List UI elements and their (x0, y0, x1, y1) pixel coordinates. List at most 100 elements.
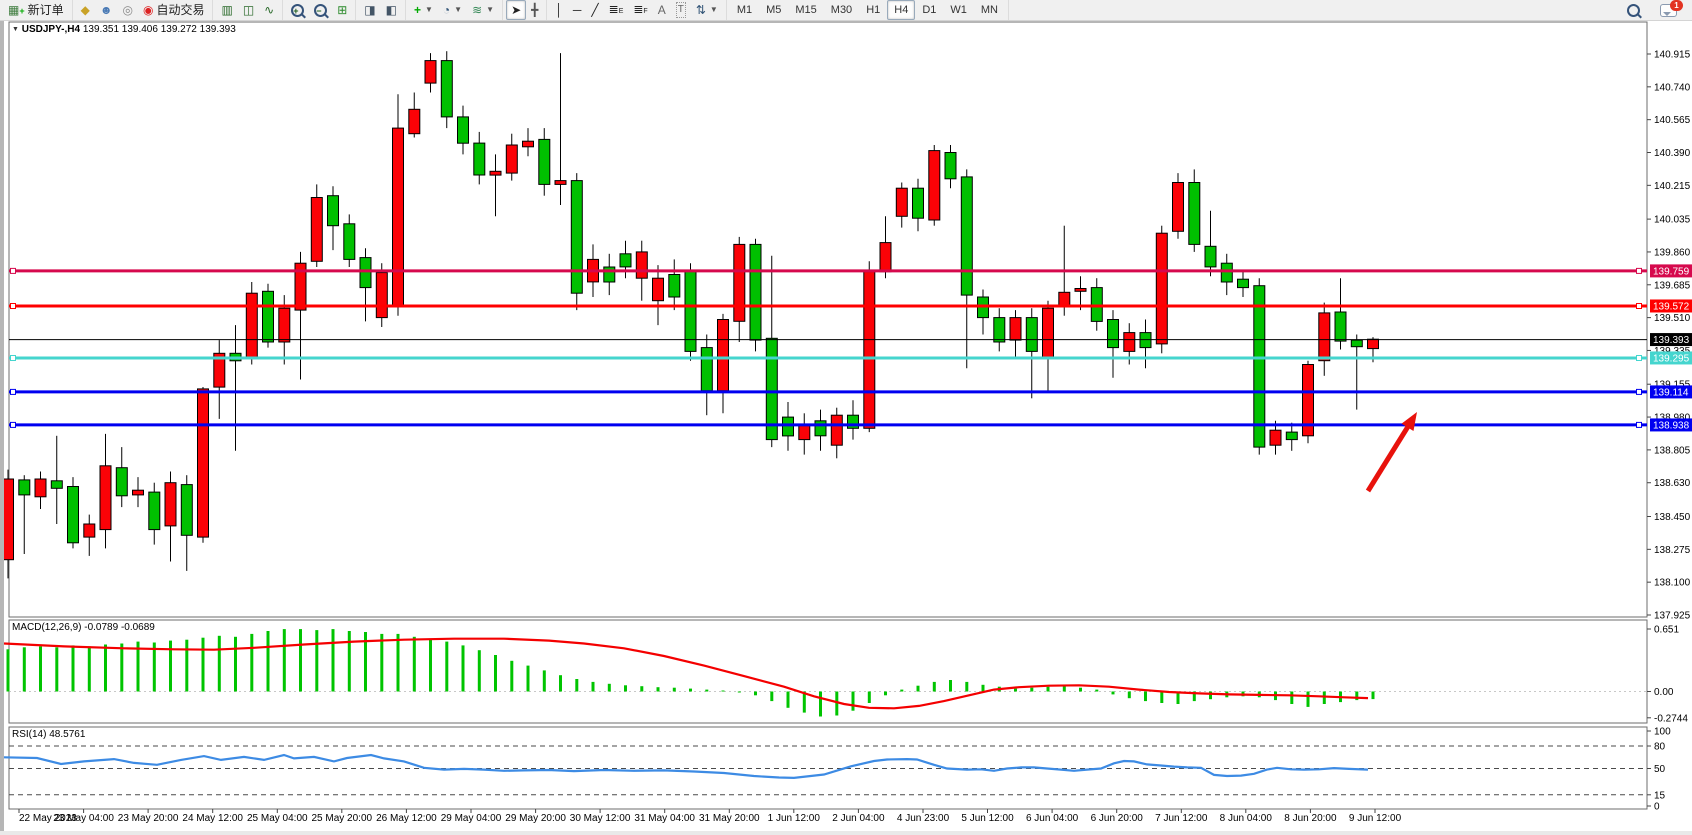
timeframe-button-mn[interactable]: MN (974, 0, 1005, 20)
svg-text:29 May 04:00: 29 May 04:00 (441, 813, 502, 824)
svg-text:140.565: 140.565 (1654, 115, 1691, 126)
arrows-tool-button[interactable]: ⇅▼ (691, 0, 723, 20)
svg-text:137.925: 137.925 (1654, 611, 1691, 622)
candlestick-button[interactable]: ◫ (238, 0, 259, 20)
svg-text:30 May 12:00: 30 May 12:00 (570, 813, 631, 824)
profile-button[interactable]: ☻ (95, 0, 118, 20)
text-button[interactable]: A (653, 0, 671, 20)
svg-text:140.390: 140.390 (1654, 148, 1691, 159)
svg-text:50: 50 (1654, 764, 1666, 775)
text-label-button[interactable]: T (671, 0, 691, 20)
svg-text:8 Jun 20:00: 8 Jun 20:00 (1284, 813, 1337, 824)
data-window-icon: ◨ (364, 3, 375, 17)
svg-text:0.00: 0.00 (1654, 687, 1674, 698)
main-toolbar: ▦+ 新订单 ◆ ☻ ◎ ◉ 自动交易 ▥ ◫ ∿ + − ⊞ ◨ ◧ (0, 0, 1692, 21)
svg-text:5 Jun 12:00: 5 Jun 12:00 (961, 813, 1014, 824)
timeframe-button-h4[interactable]: H4 (887, 0, 915, 20)
signal-button[interactable]: ◎ (118, 0, 138, 20)
timeframe-button-w1[interactable]: W1 (943, 0, 974, 20)
svg-text:15: 15 (1654, 790, 1666, 801)
timeframe-button-m15[interactable]: M15 (788, 0, 823, 20)
svg-text:140.035: 140.035 (1654, 215, 1691, 226)
fibo-f-button[interactable]: ≣F (628, 0, 652, 20)
svg-text:139.393: 139.393 (1653, 335, 1690, 346)
template-button[interactable]: ≋▼ (467, 0, 499, 20)
svg-text:9 Jun 12:00: 9 Jun 12:00 (1349, 813, 1402, 824)
svg-text:1 Jun 12:00: 1 Jun 12:00 (768, 813, 821, 824)
chart-title: ▼ USDJPY-,H4 139.351 139.406 139.272 139… (12, 24, 236, 35)
search-button[interactable] (1622, 0, 1645, 20)
candlestick-icon: ◫ (243, 3, 254, 17)
window-bottom-edge (0, 831, 1692, 835)
svg-text:6 Jun 20:00: 6 Jun 20:00 (1091, 813, 1144, 824)
zoom-out-button[interactable]: − (309, 0, 332, 20)
svg-text:7 Jun 12:00: 7 Jun 12:00 (1155, 813, 1208, 824)
vertical-line-button[interactable]: │ (550, 0, 568, 20)
styler-button[interactable]: ◆ (76, 0, 95, 20)
svg-text:26 May 12:00: 26 May 12:00 (376, 813, 437, 824)
signal-icon: ◎ (123, 3, 133, 17)
svg-text:0: 0 (1654, 802, 1660, 813)
cursor-icon: ➤ (511, 3, 521, 17)
collapse-icon[interactable]: ▼ (12, 26, 19, 33)
svg-text:138.805: 138.805 (1654, 445, 1691, 456)
svg-text:8 Jun 04:00: 8 Jun 04:00 (1220, 813, 1273, 824)
styler-icon: ◆ (81, 3, 90, 17)
zoom-out-icon: − (314, 4, 327, 17)
text-icon: A (658, 3, 666, 17)
chart-ohlc: 139.351 139.406 139.272 139.393 (83, 24, 236, 35)
profile-icon: ☻ (100, 3, 113, 17)
timeframe-button-m30[interactable]: M30 (824, 0, 859, 20)
autotrade-icon: ◉ (143, 3, 153, 17)
chat-button[interactable]: 1 (1655, 0, 1682, 20)
timeframe-button-m1[interactable]: M1 (730, 0, 759, 20)
data-window-button[interactable]: ◨ (359, 0, 380, 20)
svg-text:31 May 04:00: 31 May 04:00 (634, 813, 695, 824)
line-chart-button[interactable]: ∿ (259, 0, 279, 20)
trendline-icon: ╱ (591, 3, 598, 17)
crosshair-button[interactable]: ╋ (526, 0, 543, 20)
svg-text:139.295: 139.295 (1653, 353, 1690, 364)
notification-badge: 1 (1670, 0, 1683, 11)
svg-text:6 Jun 04:00: 6 Jun 04:00 (1026, 813, 1079, 824)
fibo-f-icon: ≣F (633, 2, 647, 19)
svg-text:24 May 12:00: 24 May 12:00 (182, 813, 243, 824)
cursor-button[interactable]: ➤ (506, 0, 526, 20)
svg-text:23 May 20:00: 23 May 20:00 (118, 813, 179, 824)
arrows-icon: ⇅ (696, 3, 706, 17)
timeframe-button-d1[interactable]: D1 (915, 0, 943, 20)
svg-text:138.450: 138.450 (1654, 512, 1691, 523)
navigator-button[interactable]: ◧ (381, 0, 402, 20)
autotrade-label: 自动交易 (156, 2, 204, 18)
fibo-e-button[interactable]: ≣E (604, 0, 629, 20)
new-order-button[interactable]: ▦+ 新订单 (3, 0, 69, 20)
periodicity-button[interactable]: ◔▼ (438, 0, 467, 20)
svg-text:-0.2744: -0.2744 (1654, 713, 1688, 724)
crosshair-icon: ╋ (531, 3, 538, 17)
horizontal-line-button[interactable]: ─ (568, 0, 587, 20)
add-indicator-button[interactable]: +▼ (409, 0, 438, 20)
svg-text:140.915: 140.915 (1654, 50, 1691, 61)
timeframe-button-m5[interactable]: M5 (759, 0, 788, 20)
trendline-button[interactable]: ╱ (586, 0, 603, 20)
chart-symbol: USDJPY-,H4 (22, 24, 80, 35)
svg-text:0.651: 0.651 (1654, 625, 1679, 636)
zoom-in-button[interactable]: + (286, 0, 309, 20)
chat-icon: 1 (1660, 4, 1677, 17)
timeframe-button-h1[interactable]: H1 (859, 0, 887, 20)
svg-text:139.572: 139.572 (1653, 301, 1690, 312)
bar-chart-button[interactable]: ▥ (216, 0, 237, 20)
price-chart[interactable]: 140.915140.740140.565140.390140.215140.0… (4, 21, 1692, 831)
zoom-in-icon: + (291, 4, 304, 17)
new-order-label: 新订单 (28, 2, 64, 18)
svg-text:138.630: 138.630 (1654, 478, 1691, 489)
svg-text:25 May 04:00: 25 May 04:00 (247, 813, 308, 824)
rsi-indicator-label: RSI(14) 48.5761 (12, 729, 85, 740)
svg-text:139.759: 139.759 (1653, 266, 1690, 277)
svg-text:23 May 04:00: 23 May 04:00 (53, 813, 114, 824)
chart-window[interactable]: 140.915140.740140.565140.390140.215140.0… (0, 21, 1692, 831)
autotrade-button[interactable]: ◉ 自动交易 (138, 0, 210, 20)
tile-windows-button[interactable]: ⊞ (332, 0, 352, 20)
svg-text:2 Jun 04:00: 2 Jun 04:00 (832, 813, 885, 824)
svg-text:4 Jun 23:00: 4 Jun 23:00 (897, 813, 950, 824)
